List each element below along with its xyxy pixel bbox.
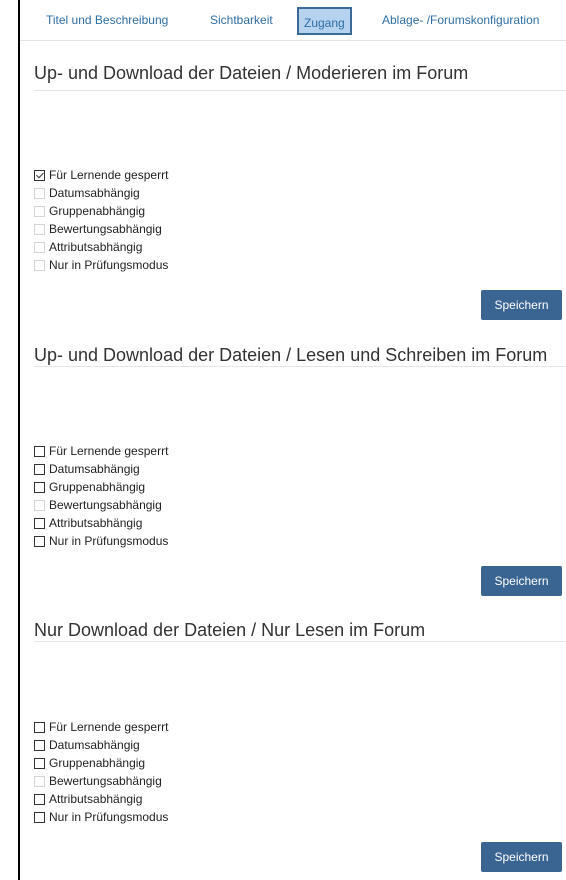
section-title-nur-download: Nur Download der Dateien / Nur Lesen im … [34, 620, 426, 640]
tab-ablage-forumskonfiguration[interactable]: Ablage- /Forumskonfiguration [382, 0, 539, 40]
option-attributsabhaengig[interactable]: Attributsabhängig [34, 790, 168, 808]
access-options-lesen-und-schreiben: Für Lernende gesperrt Datumsabhängig Gru… [34, 442, 168, 550]
checkbox[interactable] [34, 757, 45, 769]
option-label: Für Lernende gesperrt [49, 168, 169, 182]
option-fuer-lernende-gesperrt[interactable]: Für Lernende gesperrt [34, 166, 168, 184]
checkbox[interactable] [34, 721, 45, 733]
checkbox[interactable] [34, 739, 45, 751]
option-label: Attributsabhängig [49, 240, 143, 254]
checkbox[interactable] [34, 811, 45, 823]
option-label: Datumsabhängig [49, 462, 140, 476]
tab-bar: Titel und Beschreibung Sichtbarkeit Zuga… [20, 0, 566, 41]
option-label: Datumsabhängig [49, 738, 140, 752]
option-label: Nur in Prüfungsmodus [49, 534, 169, 548]
option-label: Nur in Prüfungsmodus [49, 258, 169, 272]
option-label: Gruppenabhängig [49, 204, 146, 218]
tab-sichtbarkeit[interactable]: Sichtbarkeit [210, 0, 273, 40]
checkbox[interactable] [34, 463, 45, 475]
save-button[interactable]: Speichern [481, 566, 562, 596]
option-label: Bewertungsabhängig [49, 774, 162, 788]
option-label: Gruppenabhängig [49, 756, 146, 770]
section-divider [34, 90, 566, 91]
option-datumsabhaengig: Datumsabhängig [34, 184, 168, 202]
checkbox[interactable] [34, 481, 45, 493]
checkbox[interactable] [34, 517, 45, 529]
option-label: Für Lernende gesperrt [49, 720, 169, 734]
checkbox [34, 205, 45, 217]
option-bewertungsabhaengig: Bewertungsabhängig [34, 772, 168, 790]
option-label: Datumsabhängig [49, 186, 140, 200]
option-label: Bewertungsabhängig [49, 222, 162, 236]
checkbox[interactable] [34, 793, 45, 805]
access-options-moderieren: Für Lernende gesperrt Datumsabhängig Gru… [34, 166, 168, 274]
option-bewertungsabhaengig: Bewertungsabhängig [34, 220, 168, 238]
option-bewertungsabhaengig: Bewertungsabhängig [34, 496, 168, 514]
save-button[interactable]: Speichern [481, 842, 562, 872]
window-left-border [18, 0, 20, 880]
option-label: Gruppenabhängig [49, 480, 146, 494]
section-divider [34, 641, 566, 642]
option-label: Attributsabhängig [49, 516, 143, 530]
checkbox[interactable] [34, 169, 45, 181]
checkbox [34, 187, 45, 199]
option-nur-in-pruefungsmodus[interactable]: Nur in Prüfungsmodus [34, 808, 168, 826]
section-title-lesen-und-schreiben: Up- und Download der Dateien / Lesen und… [34, 345, 548, 365]
access-options-nur-download: Für Lernende gesperrt Datumsabhängig Gru… [34, 718, 168, 826]
section-divider [34, 366, 566, 367]
option-datumsabhaengig[interactable]: Datumsabhängig [34, 460, 168, 478]
checkbox [34, 775, 45, 787]
option-datumsabhaengig[interactable]: Datumsabhängig [34, 736, 168, 754]
option-label: Nur in Prüfungsmodus [49, 810, 169, 824]
checkbox [34, 259, 45, 271]
option-fuer-lernende-gesperrt[interactable]: Für Lernende gesperrt [34, 442, 168, 460]
checkbox[interactable] [34, 535, 45, 547]
option-gruppenabhaengig[interactable]: Gruppenabhängig [34, 754, 168, 772]
checkbox [34, 499, 45, 511]
option-attributsabhaengig: Attributsabhängig [34, 238, 168, 256]
option-attributsabhaengig[interactable]: Attributsabhängig [34, 514, 168, 532]
save-button[interactable]: Speichern [481, 290, 562, 320]
tab-titel-und-beschreibung[interactable]: Titel und Beschreibung [46, 0, 168, 40]
checkbox [34, 241, 45, 253]
checkbox[interactable] [34, 445, 45, 457]
option-label: Bewertungsabhängig [49, 498, 162, 512]
option-nur-in-pruefungsmodus: Nur in Prüfungsmodus [34, 256, 168, 274]
option-label: Attributsabhängig [49, 792, 143, 806]
option-nur-in-pruefungsmodus[interactable]: Nur in Prüfungsmodus [34, 532, 168, 550]
tab-zugang[interactable]: Zugang [297, 7, 352, 35]
option-gruppenabhaengig[interactable]: Gruppenabhängig [34, 478, 168, 496]
option-label: Für Lernende gesperrt [49, 444, 169, 458]
option-fuer-lernende-gesperrt[interactable]: Für Lernende gesperrt [34, 718, 168, 736]
checkbox [34, 223, 45, 235]
option-gruppenabhaengig: Gruppenabhängig [34, 202, 168, 220]
section-title-moderieren: Up- und Download der Dateien / Moderiere… [34, 63, 469, 83]
